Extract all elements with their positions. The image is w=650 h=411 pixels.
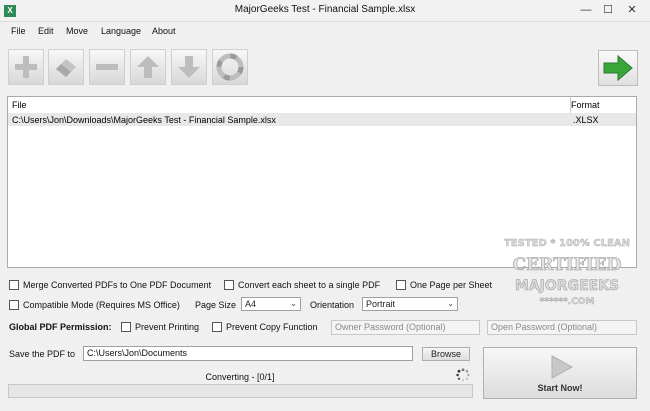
conversion-progress-bar [8, 384, 473, 398]
menu-move[interactable]: Move [66, 26, 88, 36]
file-format-cell: .XLSX [573, 115, 599, 125]
chevron-down-icon: ⌄ [447, 299, 454, 308]
merge-pdfs-label[interactable]: Merge Converted PDFs to One PDF Document [23, 280, 211, 290]
status-text: Converting - [0/1] [205, 372, 275, 382]
single-pdf-label[interactable]: Convert each sheet to a single PDF [238, 280, 380, 290]
menu-edit[interactable]: Edit [38, 26, 54, 36]
browse-button[interactable]: Browse [422, 347, 470, 361]
orientation-value: Portrait [366, 299, 396, 309]
compatible-mode-checkbox[interactable] [9, 300, 19, 310]
arrow-right-icon [603, 54, 633, 82]
page-size-value: A4 [245, 299, 257, 309]
watermark-line3: MAJORGEEKS [515, 278, 619, 294]
move-down-button[interactable] [171, 49, 207, 85]
majorgeeks-certified-stamp: TESTED * 100% CLEAN CERTIFIED MAJORGEEKS… [504, 238, 630, 307]
spinner-icon [456, 368, 470, 382]
menu-bar: File Edit Move Language About [0, 22, 650, 40]
clear-button[interactable] [48, 49, 84, 85]
add-icon [15, 56, 37, 78]
start-now-button[interactable]: Start Now! [483, 347, 637, 399]
one-page-label[interactable]: One Page per Sheet [410, 280, 492, 290]
prevent-printing-checkbox[interactable] [121, 322, 131, 332]
global-permission-label: Global PDF Permission: [9, 322, 112, 332]
add-file-button[interactable] [8, 49, 44, 85]
play-icon [551, 355, 574, 379]
remove-button[interactable] [89, 49, 125, 85]
help-button[interactable] [212, 49, 248, 85]
single-pdf-checkbox[interactable] [224, 280, 234, 290]
help-icon [216, 53, 244, 81]
start-now-label: Start Now! [537, 383, 583, 393]
file-path-cell: C:\Users\Jon\Downloads\MajorGeeks Test -… [12, 115, 276, 125]
compatible-mode-label[interactable]: Compatible Mode (Requires MS Office) [23, 300, 180, 310]
watermark-line4: ******.COM [540, 297, 595, 307]
prevent-copy-checkbox[interactable] [212, 322, 222, 332]
prevent-printing-label[interactable]: Prevent Printing [135, 322, 199, 332]
column-header-format[interactable]: Format [571, 100, 600, 110]
move-up-icon [137, 56, 159, 78]
page-size-select[interactable]: A4 ⌄ [241, 297, 301, 311]
orientation-label: Orientation [310, 300, 355, 310]
owner-password-field[interactable]: Owner Password (Optional) [331, 320, 480, 335]
window-title: MajorGeeks Test - Financial Sample.xlsx [234, 4, 416, 15]
watermark-line1: TESTED * 100% CLEAN [504, 238, 630, 249]
page-size-label: Page Size [195, 300, 237, 310]
title-bar: X MajorGeeks Test - Financial Sample.xls… [0, 0, 650, 22]
merge-pdfs-checkbox[interactable] [9, 280, 19, 290]
maximize-icon[interactable]: ☐ [600, 3, 616, 17]
menu-file[interactable]: File [11, 26, 26, 36]
remove-icon [96, 64, 118, 70]
watermark-line2: CERTIFIED [513, 255, 622, 275]
orientation-select[interactable]: Portrait ⌄ [362, 297, 458, 311]
move-down-icon [178, 56, 200, 78]
menu-about[interactable]: About [152, 26, 176, 36]
column-header-file[interactable]: File [12, 100, 27, 110]
menu-language[interactable]: Language [101, 26, 141, 36]
one-page-checkbox[interactable] [396, 280, 406, 290]
convert-arrow-button[interactable] [598, 50, 638, 86]
move-up-button[interactable] [130, 49, 166, 85]
save-path-label: Save the PDF to [9, 349, 76, 359]
minimize-icon[interactable]: — [578, 3, 594, 17]
open-password-field[interactable]: Open Password (Optional) [487, 320, 637, 335]
save-path-input[interactable]: C:\Users\Jon\Documents [83, 346, 413, 361]
prevent-copy-label[interactable]: Prevent Copy Function [226, 322, 318, 332]
chevron-down-icon: ⌄ [290, 299, 297, 308]
erase-icon [56, 59, 76, 77]
close-icon[interactable]: ✕ [624, 3, 640, 17]
